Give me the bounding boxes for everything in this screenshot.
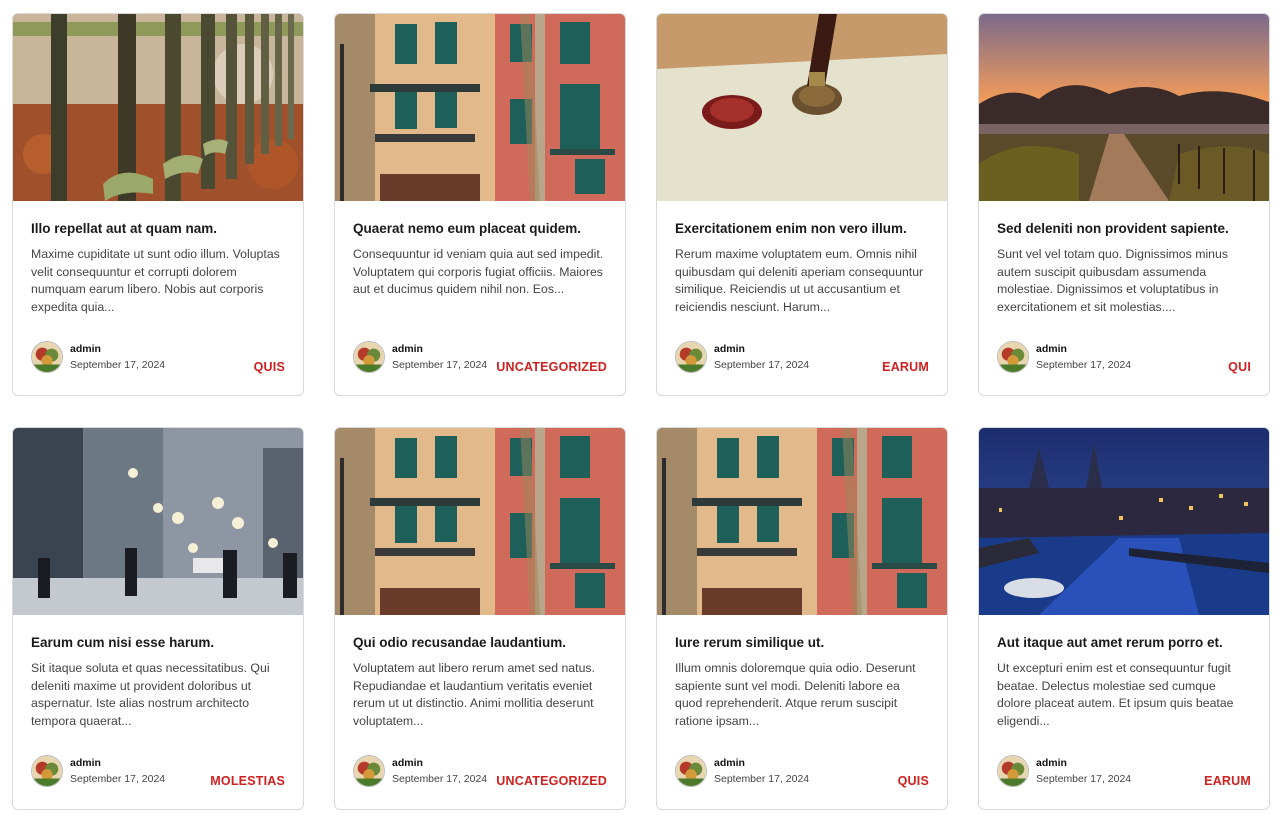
post-date: September 17, 2024 bbox=[392, 359, 488, 371]
post-thumbnail[interactable] bbox=[979, 14, 1269, 201]
post-excerpt: Sit itaque soluta et quas necessitatibus… bbox=[31, 661, 270, 728]
post-thumbnail[interactable] bbox=[657, 428, 947, 615]
post-excerpt: Rerum maxime voluptatem eum. Omnis nihil… bbox=[675, 247, 924, 314]
post-thumbnail[interactable] bbox=[657, 14, 947, 201]
post-card[interactable]: Quaerat nemo eum placeat quidem. Consequ… bbox=[334, 13, 626, 396]
post-excerpt: Consequuntur id veniam quia aut sed impe… bbox=[353, 247, 604, 297]
author-avatar[interactable] bbox=[675, 341, 707, 373]
category-link[interactable]: QUIS bbox=[898, 774, 929, 788]
post-meta: admin September 17, 2024 EARUM bbox=[675, 341, 929, 374]
post-meta: admin September 17, 2024 EARUM bbox=[997, 755, 1251, 788]
post-date: September 17, 2024 bbox=[392, 773, 488, 785]
author-name[interactable]: admin bbox=[392, 343, 423, 355]
post-card[interactable]: Iure rerum similique ut. Illum omnis dol… bbox=[656, 427, 948, 810]
author-avatar[interactable] bbox=[353, 755, 385, 787]
author-avatar[interactable] bbox=[353, 341, 385, 373]
post-title[interactable]: Quaerat nemo eum placeat quidem. bbox=[353, 220, 607, 238]
author-name[interactable]: admin bbox=[714, 757, 745, 769]
post-meta: admin September 17, 2024 QUIS bbox=[675, 755, 929, 788]
category-link[interactable]: UNCATEGORIZED bbox=[496, 360, 607, 374]
author-name[interactable]: admin bbox=[1036, 343, 1067, 355]
post-meta: admin September 17, 2024 UNCATEGORIZED bbox=[353, 341, 607, 374]
author-avatar[interactable] bbox=[675, 755, 707, 787]
category-link[interactable]: QUI bbox=[1228, 360, 1251, 374]
post-thumbnail[interactable] bbox=[13, 428, 303, 615]
post-excerpt: Ut excepturi enim est et consequuntur fu… bbox=[997, 661, 1234, 728]
category-link[interactable]: UNCATEGORIZED bbox=[496, 774, 607, 788]
post-date: September 17, 2024 bbox=[714, 773, 810, 785]
post-card[interactable]: Illo repellat aut at quam nam. Maxime cu… bbox=[12, 13, 304, 396]
category-link[interactable]: EARUM bbox=[1204, 774, 1251, 788]
posts-grid: Illo repellat aut at quam nam. Maxime cu… bbox=[12, 13, 1270, 810]
post-card[interactable]: Exercitationem enim non vero illum. Reru… bbox=[656, 13, 948, 396]
post-meta: admin September 17, 2024 QUIS bbox=[31, 341, 285, 374]
post-excerpt: Sunt vel vel totam quo. Dignissimos minu… bbox=[997, 247, 1229, 314]
post-date: September 17, 2024 bbox=[1036, 359, 1132, 371]
post-card[interactable]: Sed deleniti non provident sapiente. Sun… bbox=[978, 13, 1270, 396]
post-title[interactable]: Illo repellat aut at quam nam. bbox=[31, 220, 285, 238]
category-link[interactable]: MOLESTIAS bbox=[210, 774, 285, 788]
post-title[interactable]: Iure rerum similique ut. bbox=[675, 634, 929, 652]
post-title[interactable]: Exercitationem enim non vero illum. bbox=[675, 220, 929, 238]
post-thumbnail[interactable] bbox=[335, 14, 625, 201]
author-avatar[interactable] bbox=[31, 755, 63, 787]
author-name[interactable]: admin bbox=[392, 757, 423, 769]
author-avatar[interactable] bbox=[31, 341, 63, 373]
post-card[interactable]: Earum cum nisi esse harum. Sit itaque so… bbox=[12, 427, 304, 810]
post-title[interactable]: Sed deleniti non provident sapiente. bbox=[997, 220, 1251, 238]
post-excerpt: Maxime cupiditate ut sunt odio illum. Vo… bbox=[31, 247, 280, 314]
post-date: September 17, 2024 bbox=[714, 359, 810, 371]
post-thumbnail[interactable] bbox=[13, 14, 303, 201]
post-excerpt: Illum omnis doloremque quia odio. Deseru… bbox=[675, 661, 916, 728]
post-title[interactable]: Qui odio recusandae laudantium. bbox=[353, 634, 607, 652]
author-name[interactable]: admin bbox=[714, 343, 745, 355]
post-meta: admin September 17, 2024 UNCATEGORIZED bbox=[353, 755, 607, 788]
post-date: September 17, 2024 bbox=[70, 773, 166, 785]
author-name[interactable]: admin bbox=[70, 757, 101, 769]
post-date: September 17, 2024 bbox=[70, 359, 166, 371]
author-avatar[interactable] bbox=[997, 341, 1029, 373]
post-meta: admin September 17, 2024 MOLESTIAS bbox=[31, 755, 285, 788]
category-link[interactable]: QUIS bbox=[254, 360, 285, 374]
post-excerpt: Voluptatem aut libero rerum amet sed nat… bbox=[353, 661, 595, 728]
author-name[interactable]: admin bbox=[1036, 757, 1067, 769]
post-card[interactable]: Qui odio recusandae laudantium. Voluptat… bbox=[334, 427, 626, 810]
post-date: September 17, 2024 bbox=[1036, 773, 1132, 785]
post-thumbnail[interactable] bbox=[979, 428, 1269, 615]
post-meta: admin September 17, 2024 QUI bbox=[997, 341, 1251, 374]
category-link[interactable]: EARUM bbox=[882, 360, 929, 374]
post-title[interactable]: Earum cum nisi esse harum. bbox=[31, 634, 285, 652]
post-thumbnail[interactable] bbox=[335, 428, 625, 615]
author-avatar[interactable] bbox=[997, 755, 1029, 787]
post-title[interactable]: Aut itaque aut amet rerum porro et. bbox=[997, 634, 1251, 652]
author-name[interactable]: admin bbox=[70, 343, 101, 355]
post-card[interactable]: Aut itaque aut amet rerum porro et. Ut e… bbox=[978, 427, 1270, 810]
